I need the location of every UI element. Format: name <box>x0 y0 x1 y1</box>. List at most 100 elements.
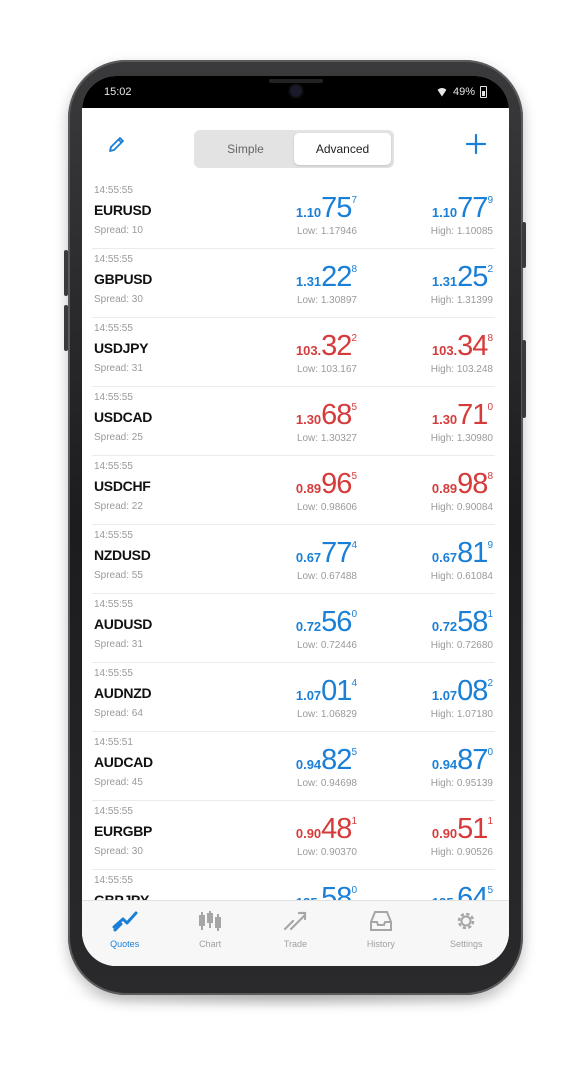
quote-time: 14:55:55 <box>94 875 133 886</box>
ask-price-prefix: 1.10 <box>431 205 458 220</box>
tab-settings-label: Settings <box>449 939 483 949</box>
bid-price: 0.90481 <box>296 813 357 846</box>
ask-price-prefix: 1.30 <box>431 412 458 427</box>
bid-price-fraction: 0 <box>351 885 357 896</box>
ask-price-fraction: 2 <box>487 678 493 689</box>
ask-price-fraction: 0 <box>487 402 493 413</box>
ask-price-prefix: 1.31 <box>431 274 458 289</box>
battery-icon <box>480 86 487 98</box>
ask-price-prefix: 103. <box>431 343 458 358</box>
quote-high: High: 0.90084 <box>430 502 493 513</box>
quote-high: High: 0.61084 <box>430 571 493 582</box>
quote-spread: Spread: 31 <box>94 639 143 650</box>
settings-icon <box>458 912 475 930</box>
trade-icon <box>284 911 307 931</box>
volume-up-button <box>64 250 68 296</box>
quote-low: Low: 1.06829 <box>296 709 357 720</box>
quote-high: High: 1.07180 <box>430 709 493 720</box>
ask-price: 1.10779 <box>432 192 493 225</box>
bid-price-fraction: 5 <box>351 747 357 758</box>
quote-high: High: 0.95139 <box>430 778 493 789</box>
bid-price: 0.67774 <box>296 537 357 570</box>
quote-row[interactable]: 14:55:55 GBPUSD Spread: 30 1.31228 1.31252 Lo… <box>92 249 495 318</box>
app-screen: 15:02 49% Simple Advanced 14:55:55 EURUSD… <box>82 76 509 966</box>
quote-row[interactable]: 14:55:55 EURGBP Spread: 30 0.90481 0.90511 Lo… <box>92 801 495 870</box>
quote-time: 14:55:55 <box>94 668 133 679</box>
bid-price-pips: 58 <box>321 882 352 900</box>
bid-price-prefix: 1.30 <box>295 412 322 427</box>
quote-time: 14:55:55 <box>94 461 133 472</box>
tab-chart[interactable]: Chart <box>175 909 245 966</box>
ask-price-pips: 98 <box>457 468 488 500</box>
ask-price: 0.72581 <box>432 606 493 639</box>
status-bar: 15:02 49% <box>82 76 509 108</box>
quote-spread: Spread: 31 <box>94 363 143 374</box>
quote-symbol: USDJPY <box>94 340 149 356</box>
ask-price: 1.31252 <box>432 261 493 294</box>
bid-price-prefix: 1.31 <box>295 274 322 289</box>
power-button <box>522 222 526 268</box>
quote-row[interactable]: 14:55:55 AUDUSD Spread: 31 0.72560 0.72581 Lo… <box>92 594 495 663</box>
tab-quotes[interactable]: Quotes <box>90 909 160 966</box>
bid-price-prefix: 103. <box>295 343 322 358</box>
quote-time: 14:55:55 <box>94 806 133 817</box>
quote-low: Low: 0.98606 <box>296 502 357 513</box>
ask-price-fraction: 5 <box>487 885 493 896</box>
quote-row[interactable]: 14:55:55 USDCAD Spread: 25 1.30685 1.30710 Lo… <box>92 387 495 456</box>
bid-price-fraction: 7 <box>351 195 357 206</box>
tab-history-label: History <box>366 939 395 949</box>
tab-trade-label: Trade <box>283 939 308 949</box>
bid-price-fraction: 1 <box>351 816 357 827</box>
quote-spread: Spread: 30 <box>94 294 143 305</box>
tab-trade[interactable]: Trade <box>260 909 330 966</box>
quote-symbol: USDCAD <box>94 409 153 425</box>
quote-spread: Spread: 45 <box>94 777 143 788</box>
mode-advanced-tab[interactable]: Advanced <box>294 133 391 165</box>
ask-price-fraction: 1 <box>487 609 493 620</box>
quote-row[interactable]: 14:55:55 NZDUSD Spread: 55 0.67774 0.67819 Lo… <box>92 525 495 594</box>
bid-price-pips: 01 <box>321 675 352 707</box>
ask-price: 0.67819 <box>432 537 493 570</box>
bid-price-pips: 77 <box>321 537 352 569</box>
pencil-icon[interactable] <box>102 129 132 159</box>
quote-time: 14:55:55 <box>94 530 133 541</box>
tab-history[interactable]: History <box>346 909 416 966</box>
quote-spread: Spread: 25 <box>94 432 143 443</box>
front-camera <box>289 85 302 97</box>
quote-row[interactable]: 14:55:55 USDCHF Spread: 22 0.89965 0.89988 Lo… <box>92 456 495 525</box>
quote-time: 14:55:55 <box>94 323 133 334</box>
earpiece <box>268 79 323 83</box>
quotes-list: 14:55:55 EURUSD Spread: 10 1.10757 1.10779 Lo… <box>82 180 509 900</box>
quote-row[interactable]: 14:55:55 EURUSD Spread: 10 1.10757 1.10779 Lo… <box>92 180 495 249</box>
quote-row[interactable]: 14:55:55GBPJPYSpread: 36135.580135.645Lo… <box>92 870 495 900</box>
bid-price-fraction: 4 <box>351 678 357 689</box>
bid-price-fraction: 5 <box>351 471 357 482</box>
quote-row[interactable]: 14:55:55 USDJPY Spread: 31 103.322 103.348 Lo… <box>92 318 495 387</box>
quote-row[interactable]: 14:55:55 AUDNZD Spread: 64 1.07014 1.07082 Lo… <box>92 663 495 732</box>
ask-price-fraction: 0 <box>487 747 493 758</box>
ask-price-prefix: 0.89 <box>431 481 458 496</box>
quote-symbol: AUDCAD <box>94 754 153 770</box>
mode-simple-tab[interactable]: Simple <box>197 133 294 165</box>
ask-price: 135.645 <box>432 882 493 900</box>
ask-price: 103.348 <box>432 330 493 363</box>
ask-price: 0.89988 <box>432 468 493 501</box>
tab-quotes-label: Quotes <box>110 939 140 949</box>
bid-price-pips: 48 <box>321 813 352 845</box>
quote-low: Low: 0.94698 <box>296 778 357 789</box>
quote-low: Low: 0.72446 <box>296 640 357 651</box>
quote-spread: Spread: 30 <box>94 846 143 857</box>
battery-percent: 49% <box>452 86 475 98</box>
quote-row[interactable]: 14:55:51 AUDCAD Spread: 45 0.94825 0.94870 Lo… <box>92 732 495 801</box>
ask-price-prefix: 0.67 <box>431 550 458 565</box>
tab-settings[interactable]: Settings <box>431 909 501 966</box>
ask-price-pips: 77 <box>457 192 488 224</box>
ask-price-pips: 64 <box>457 882 488 900</box>
quote-low: Low: 1.17946 <box>296 226 357 237</box>
bid-price: 1.07014 <box>296 675 357 708</box>
ask-price-pips: 58 <box>457 606 488 638</box>
ask-price-fraction: 9 <box>487 195 493 206</box>
plus-icon[interactable] <box>461 129 491 159</box>
ask-price-pips: 81 <box>457 537 488 569</box>
ask-price: 0.94870 <box>432 744 493 777</box>
